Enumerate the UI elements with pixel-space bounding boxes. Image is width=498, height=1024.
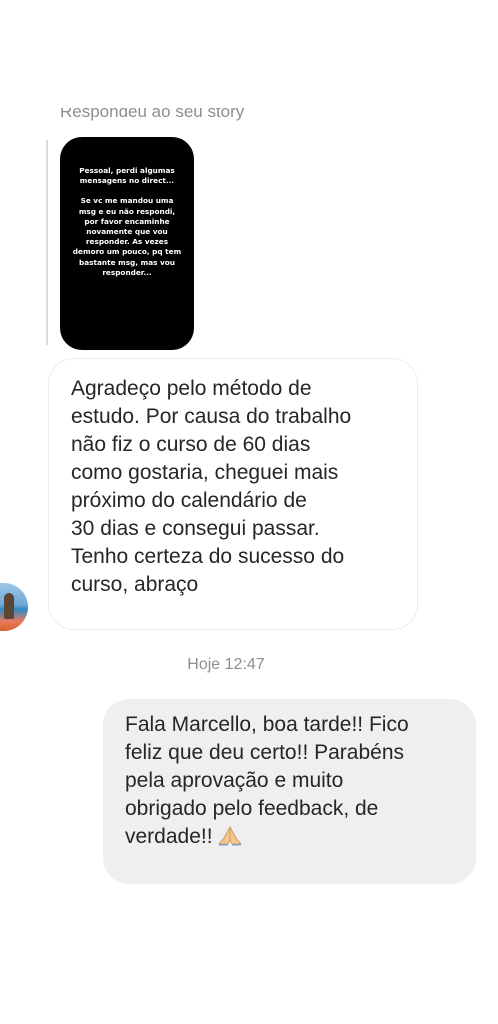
story-text-line-2: Se vc me mandou uma msg e eu não respond… bbox=[72, 196, 182, 277]
incoming-message-bubble[interactable]: Agradeço pelo método de estudo. Por caus… bbox=[48, 358, 418, 630]
outgoing-message-text: Fala Marcello, boa tarde!! Fico feliz qu… bbox=[125, 713, 409, 848]
story-reply-header-text: Respondeu ao seu story bbox=[60, 108, 245, 121]
folded-hands-icon bbox=[217, 826, 242, 846]
outgoing-message-bubble[interactable]: Fala Marcello, boa tarde!! Fico feliz qu… bbox=[103, 699, 476, 884]
incoming-message-text: Agradeço pelo método de estudo. Por caus… bbox=[71, 377, 352, 596]
story-text-line-1: Pessoal, perdi algumas mensagens no dire… bbox=[79, 166, 175, 186]
story-reply-header: Respondeu ao seu story bbox=[60, 108, 280, 130]
avatar-photo bbox=[4, 593, 14, 619]
avatar[interactable] bbox=[0, 583, 28, 631]
message-timestamp: Hoje 12:47 bbox=[187, 656, 265, 673]
story-preview[interactable]: Pessoal, perdi algumas mensagens no dire… bbox=[60, 137, 194, 350]
reply-quote-line bbox=[46, 140, 48, 345]
